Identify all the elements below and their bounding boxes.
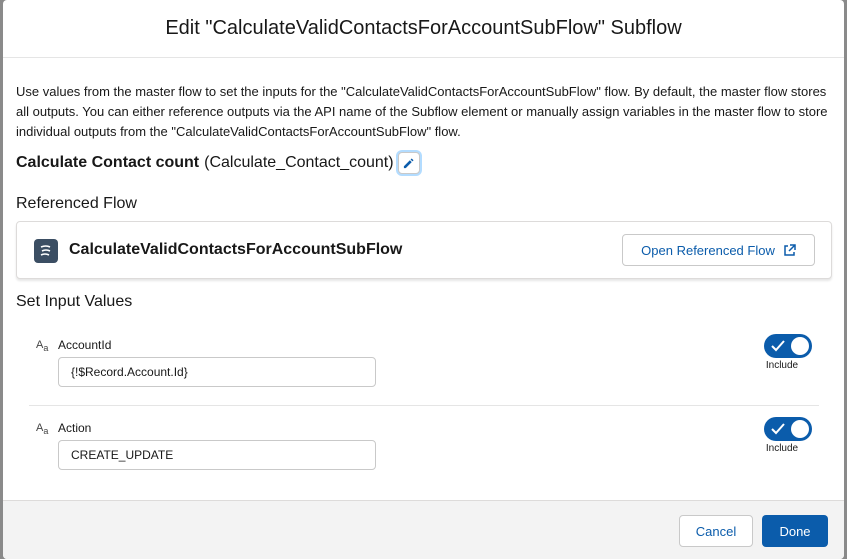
- checkmark-icon: [771, 340, 785, 352]
- element-api-name: (Calculate_Contact_count): [204, 154, 394, 171]
- external-link-icon: [784, 243, 796, 256]
- modal-title: Edit "CalculateValidContactsForAccountSu…: [165, 17, 682, 39]
- include-label: Include: [765, 443, 799, 454]
- modal-header: Edit "CalculateValidContactsForAccountSu…: [3, 0, 844, 58]
- referenced-flow-card: CalculateValidContactsForAccountSubFlow …: [16, 221, 832, 279]
- include-toggle-accountid[interactable]: [764, 334, 812, 358]
- edit-element-button[interactable]: [397, 152, 420, 174]
- modal-footer: Cancel Done: [3, 500, 844, 559]
- input-divider: [29, 405, 819, 406]
- pencil-icon: [403, 157, 414, 168]
- input-label: Action: [58, 421, 92, 435]
- include-label: Include: [765, 360, 799, 371]
- accountid-input[interactable]: {!$Record.Account.Id}: [58, 357, 376, 387]
- element-title: Calculate Contact count (Calculate_Conta…: [16, 152, 420, 174]
- text-type-icon: Aa: [36, 422, 49, 437]
- subflow-modal: Edit "CalculateValidContactsForAccountSu…: [3, 0, 844, 559]
- checkmark-icon: [771, 423, 785, 435]
- done-button[interactable]: Done: [762, 515, 828, 547]
- open-referenced-flow-button[interactable]: Open Referenced Flow: [622, 234, 815, 266]
- modal-description: Use values from the master flow to set t…: [16, 84, 828, 139]
- set-input-values-title: Set Input Values: [16, 293, 133, 310]
- toggle-knob: [791, 420, 809, 438]
- open-referenced-flow-label: Open Referenced Flow: [641, 242, 775, 258]
- action-input[interactable]: CREATE_UPDATE: [58, 440, 376, 470]
- modal-body: Use values from the master flow to set t…: [3, 58, 844, 500]
- flow-icon: [34, 239, 58, 263]
- text-type-icon: Aa: [36, 339, 49, 354]
- element-label: Calculate Contact count: [16, 154, 200, 171]
- include-toggle-action[interactable]: [764, 417, 812, 441]
- referenced-flow-title: Referenced Flow: [16, 195, 137, 212]
- cancel-button[interactable]: Cancel: [679, 515, 753, 547]
- input-label: AccountId: [58, 338, 112, 352]
- referenced-flow-name: CalculateValidContactsForAccountSubFlow: [69, 241, 403, 258]
- toggle-knob: [791, 337, 809, 355]
